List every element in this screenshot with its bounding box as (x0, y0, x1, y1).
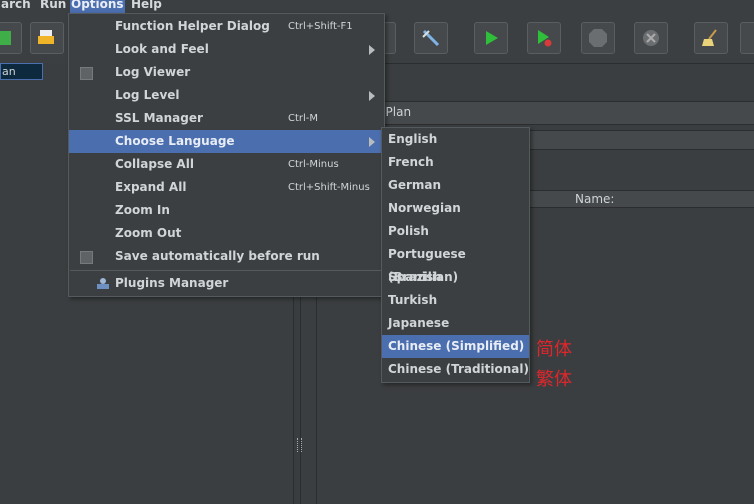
name-column-header: Name: (575, 192, 615, 206)
language-polish[interactable]: Polish (382, 220, 529, 243)
language-turkish[interactable]: Turkish (382, 289, 529, 312)
menu-item-look-and-feel[interactable]: Look and Feel (69, 38, 384, 61)
menu-item-log-level[interactable]: Log Level (69, 84, 384, 107)
language-chinese-traditional[interactable]: Chinese (Traditional) (382, 358, 529, 381)
save-icon (0, 31, 11, 45)
tree-panel: an (0, 63, 68, 504)
submenu-arrow-icon (369, 137, 375, 147)
shutdown-button[interactable] (634, 22, 668, 54)
menu-item-zoom-in[interactable]: Zoom In (69, 199, 384, 222)
plugins-icon (97, 278, 109, 289)
start-button[interactable] (474, 22, 508, 54)
save-button[interactable] (0, 22, 22, 54)
menu-item-log-viewer[interactable]: Log Viewer (69, 61, 384, 84)
log-viewer-checkbox[interactable] (80, 67, 93, 80)
shortcut-label: Ctrl+Shift-Minus (288, 182, 370, 193)
toggle-icon (422, 29, 440, 47)
menu-bar: arch Run Options Help (0, 0, 754, 13)
shortcut-label: Ctrl-Minus (288, 159, 339, 170)
menu-run[interactable]: Run (39, 0, 67, 13)
print-button[interactable] (30, 22, 64, 54)
language-norwegian[interactable]: Norwegian (382, 197, 529, 220)
play-no-pause-icon (538, 30, 552, 47)
menu-item-zoom-out[interactable]: Zoom Out (69, 222, 384, 245)
language-german[interactable]: German (382, 174, 529, 197)
options-menu: Function Helper Dialog Ctrl+Shift-F1 Loo… (68, 13, 385, 297)
menu-separator (70, 270, 383, 271)
toggle-button[interactable] (414, 22, 448, 54)
start-no-pauses-button[interactable] (527, 22, 561, 54)
menu-item-choose-language[interactable]: Choose Language (69, 130, 384, 153)
menu-item-plugins-manager[interactable]: Plugins Manager (69, 272, 384, 295)
menu-item-collapse-all[interactable]: Collapse All Ctrl-Minus (69, 153, 384, 176)
menu-options[interactable]: Options (70, 0, 125, 13)
shortcut-label: Ctrl-M (288, 113, 319, 124)
menu-help[interactable]: Help (130, 0, 163, 13)
language-portuguese[interactable]: Portuguese (Brazilian) (382, 243, 529, 284)
printer-icon (38, 30, 54, 44)
play-icon (486, 31, 498, 45)
language-chinese-simplified[interactable]: Chinese (Simplified) (382, 335, 529, 358)
broom-icon (702, 29, 717, 46)
shutdown-icon (643, 30, 659, 46)
language-french[interactable]: French (382, 151, 529, 174)
menu-item-save-automatically[interactable]: Save automatically before run (69, 245, 384, 268)
language-spanish[interactable]: Spanish (382, 266, 529, 289)
menu-item-expand-all[interactable]: Expand All Ctrl+Shift-Minus (69, 176, 384, 199)
shortcut-label: Ctrl+Shift-F1 (288, 21, 353, 32)
menu-item-ssl-manager[interactable]: SSL Manager Ctrl-M (69, 107, 384, 130)
language-english[interactable]: English (382, 128, 529, 151)
language-japanese[interactable]: Japanese (382, 312, 529, 335)
submenu-arrow-icon (369, 45, 375, 55)
stop-button[interactable] (581, 22, 615, 54)
annotation-traditional: 繁体 (536, 369, 572, 390)
submenu-arrow-icon (369, 91, 375, 101)
menu-item-function-helper[interactable]: Function Helper Dialog Ctrl+Shift-F1 (69, 15, 384, 38)
stop-icon (589, 29, 607, 47)
split-handle[interactable] (297, 438, 302, 452)
menu-search[interactable]: arch (0, 0, 32, 13)
clear-all-button[interactable] (740, 22, 754, 54)
clear-button[interactable] (694, 22, 728, 54)
language-submenu: English French German Norwegian Polish P… (381, 127, 530, 383)
save-automatically-checkbox[interactable] (80, 251, 93, 264)
tree-item-test-plan[interactable]: an (0, 63, 43, 80)
annotation-simplified: 简体 (536, 339, 572, 360)
